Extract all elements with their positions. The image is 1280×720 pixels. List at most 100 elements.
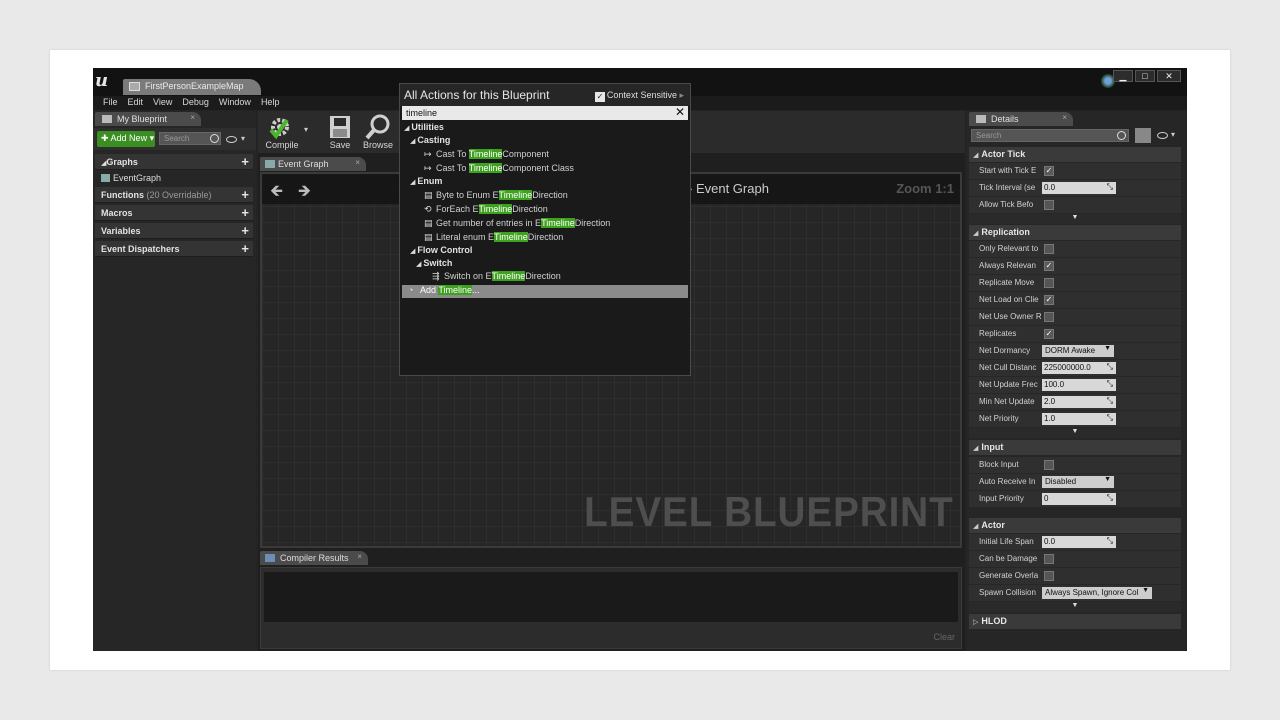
initial-life-span-field[interactable]: 0.0 ⤡: [1042, 536, 1116, 548]
action-get-number-of-entries[interactable]: ▤ Get number of entries in ETimelineDirec…: [424, 218, 610, 229]
replicates-checkbox[interactable]: ✓: [1044, 329, 1054, 339]
can-be-damaged-checkbox[interactable]: [1044, 554, 1054, 564]
category-flow-control[interactable]: ◢ Flow Control: [410, 245, 472, 255]
spin-arrows-icon: ⤡: [1106, 536, 1113, 545]
action-cast-to-timeline-component-class[interactable]: ↦ Cast To TimelineComponent Class: [424, 163, 574, 174]
action-add-timeline[interactable]: ◔ Add Timeline...: [402, 285, 688, 298]
section-replication[interactable]: ◢ Replication: [969, 225, 1181, 240]
compile-button[interactable]: Compile: [260, 112, 304, 152]
chevron-down-icon[interactable]: ▾: [1171, 130, 1175, 139]
add-variable-icon[interactable]: +: [241, 223, 249, 238]
category-casting[interactable]: ◢ Casting: [410, 135, 450, 145]
input-priority-field[interactable]: 0 ⤡: [1042, 493, 1116, 505]
section-input[interactable]: ◢ Input: [969, 440, 1181, 455]
section-variables[interactable]: Variables +: [95, 223, 253, 239]
category-enum[interactable]: ◢ Enum: [410, 176, 442, 186]
graph-item-label: EventGraph: [113, 173, 162, 183]
action-switch-on-enum[interactable]: ⇶ Switch on ETimelineDirection: [432, 271, 561, 282]
clear-button[interactable]: Clear: [933, 632, 955, 642]
back-arrow-icon[interactable]: 🡸: [270, 180, 283, 207]
details-search-input[interactable]: Search: [971, 129, 1129, 142]
checkbox-checked-icon[interactable]: ✓: [594, 92, 605, 102]
generate-overlap-checkbox[interactable]: [1044, 571, 1054, 581]
action-text-post: Direction: [512, 204, 548, 214]
net-update-frequency-field[interactable]: 100.0 ⤡: [1042, 379, 1116, 391]
row-net-load-on-client: Net Load on Clie ✓: [969, 292, 1181, 309]
category-utilities[interactable]: ◢ Utilities: [404, 122, 444, 132]
action-literal-enum[interactable]: ▤ Literal enum ETimelineDirection: [424, 232, 563, 243]
tab-event-graph[interactable]: Event Graph ×: [260, 157, 366, 171]
graph-item-eventgraph[interactable]: EventGraph: [101, 171, 251, 185]
advanced-expand-icon[interactable]: ▼: [969, 214, 1181, 224]
net-priority-field[interactable]: 1.0 ⤡: [1042, 413, 1116, 425]
min-net-update-field[interactable]: 2.0 ⤡: [1042, 396, 1116, 408]
section-functions[interactable]: Functions (20 Overridable) +: [95, 187, 253, 203]
forward-arrow-icon[interactable]: 🡺: [298, 180, 311, 207]
tab-close-icon[interactable]: ×: [355, 158, 360, 167]
map-tab[interactable]: FirstPersonExampleMap: [123, 79, 261, 95]
action-search-input[interactable]: timeline ✕: [402, 105, 688, 120]
net-use-owner-checkbox[interactable]: [1044, 312, 1054, 322]
section-hlod[interactable]: ▷ HLOD: [969, 614, 1181, 629]
visibility-eye-icon[interactable]: [1157, 132, 1168, 139]
action-text-pre: Get number of entries in E: [436, 218, 542, 228]
context-sensitive-toggle[interactable]: ✓ Context Sensitive ▸: [594, 90, 684, 102]
close-button[interactable]: ✕: [1157, 70, 1181, 82]
tab-close-icon[interactable]: ×: [1062, 113, 1067, 122]
tab-close-icon[interactable]: ×: [190, 113, 195, 122]
advanced-expand-icon[interactable]: ▼: [969, 428, 1181, 438]
action-cast-to-timeline-component[interactable]: ↦ Cast To TimelineComponent: [424, 149, 549, 160]
section-variables-label: Variables: [101, 226, 141, 236]
add-graph-icon[interactable]: +: [241, 154, 249, 169]
replicate-movement-checkbox[interactable]: [1044, 278, 1054, 288]
always-relevant-checkbox[interactable]: ✓: [1044, 261, 1054, 271]
action-foreach-enum[interactable]: ⟲ ForEach ETimelineDirection: [424, 204, 548, 215]
chevron-down-icon[interactable]: ▾: [241, 134, 245, 143]
allow-tick-before-checkbox[interactable]: [1044, 200, 1054, 210]
menu-edit[interactable]: Edit: [124, 96, 148, 110]
window-controls: ▁ □ ✕: [1113, 70, 1181, 82]
tab-close-icon[interactable]: ×: [357, 552, 362, 561]
spin-arrows-icon: ⤡: [1106, 396, 1113, 405]
net-load-on-client-checkbox[interactable]: ✓: [1044, 295, 1054, 305]
maximize-button[interactable]: □: [1135, 70, 1155, 82]
block-input-checkbox[interactable]: [1044, 460, 1054, 470]
net-cull-distance-label: Net Cull Distanc: [979, 363, 1037, 372]
only-relevant-checkbox[interactable]: [1044, 244, 1054, 254]
advanced-expand-icon[interactable]: ▼: [969, 602, 1181, 612]
add-new-button[interactable]: ✚ Add New ▾: [97, 131, 155, 147]
compile-options-chevron-icon[interactable]: ▾: [304, 125, 308, 134]
auto-receive-input-label: Auto Receive In: [979, 477, 1036, 486]
property-matrix-grid-icon[interactable]: [1135, 128, 1151, 143]
section-macros[interactable]: Macros +: [95, 205, 253, 221]
net-cull-distance-field[interactable]: 225000000.0 ⤡: [1042, 362, 1116, 374]
tick-interval-field[interactable]: 0.0 ⤡: [1042, 182, 1116, 194]
section-event-dispatchers[interactable]: Event Dispatchers +: [95, 241, 253, 257]
add-event-dispatcher-icon[interactable]: +: [241, 241, 249, 256]
section-actor-tick[interactable]: ◢ Actor Tick: [969, 147, 1181, 162]
clear-search-icon[interactable]: ✕: [675, 105, 685, 119]
spawn-collision-dropdown[interactable]: Always Spawn, Ignore Col ▼: [1042, 587, 1152, 599]
tab-my-blueprint[interactable]: My Blueprint ×: [95, 112, 201, 126]
tab-details[interactable]: Details ×: [969, 112, 1073, 126]
visibility-eye-icon[interactable]: [226, 136, 237, 143]
replicates-label: Replicates: [979, 329, 1017, 338]
menu-view[interactable]: View: [149, 96, 176, 110]
section-graphs[interactable]: ◢Graphs +: [95, 154, 253, 170]
initial-life-span-label: Initial Life Span: [979, 537, 1034, 546]
section-actor[interactable]: ◢ Actor: [969, 518, 1181, 533]
start-with-tick-checkbox[interactable]: ✓: [1044, 166, 1054, 176]
add-macro-icon[interactable]: +: [241, 205, 249, 220]
minimize-button[interactable]: ▁: [1113, 70, 1133, 82]
action-byte-to-enum[interactable]: ▤ Byte to Enum ETimelineDirection: [424, 190, 568, 201]
auto-receive-input-dropdown[interactable]: Disabled ▼: [1042, 476, 1114, 488]
menu-file[interactable]: File: [99, 96, 122, 110]
tab-compiler-results[interactable]: Compiler Results ×: [260, 551, 368, 565]
category-switch[interactable]: ◢ Switch: [416, 258, 452, 268]
menu-window[interactable]: Window: [215, 96, 255, 110]
add-function-icon[interactable]: +: [241, 187, 249, 202]
browse-button[interactable]: Browse: [356, 112, 400, 152]
menu-help[interactable]: Help: [257, 96, 284, 110]
menu-debug[interactable]: Debug: [178, 96, 213, 110]
net-dormancy-dropdown[interactable]: DORM Awake ▼: [1042, 345, 1114, 357]
